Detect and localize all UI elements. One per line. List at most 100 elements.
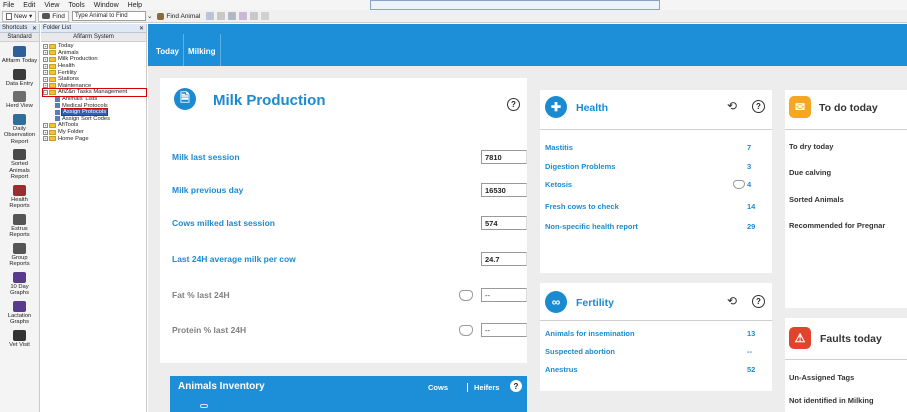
shortcut-daily-observation[interactable]: Daily Observation Report (0, 113, 39, 146)
tree-node-home-page[interactable]: + Home Page (43, 135, 146, 142)
tree-node-label: Maintenance (58, 82, 92, 89)
collapse-icon[interactable]: − (43, 89, 48, 95)
todo-row-sorted[interactable]: Sorted Animals (789, 195, 844, 204)
tab-today[interactable]: Today (152, 34, 184, 66)
todo-row-dry[interactable]: To dry today (789, 142, 833, 151)
tool-icon-6[interactable] (261, 12, 270, 20)
shortcut-sorted-animals[interactable]: Sorted Animals Report (0, 149, 39, 181)
expand-icon[interactable]: + (43, 122, 48, 128)
health-row-digestion[interactable]: Digestion Problems 3 (545, 162, 765, 171)
health-row-count: 3 (747, 162, 752, 171)
refresh-icon[interactable]: ⟲ (727, 294, 737, 308)
shortcut-estrus-reports[interactable]: Estrus Reports (0, 213, 39, 239)
protocol-icon (55, 103, 60, 109)
expand-icon[interactable]: + (43, 63, 48, 69)
fertility-row-abortion[interactable]: Suspected abortion -- (545, 347, 765, 356)
fertility-row-insemination[interactable]: Animals for insemination 13 (545, 329, 765, 338)
folder-list-panel: Folder List ✕ Afifarm System + Today + Ani… (41, 24, 147, 412)
tab-cows[interactable]: Cows (428, 383, 448, 392)
tool-icon-4[interactable] (239, 12, 248, 20)
new-button[interactable]: New ▾ (2, 10, 37, 22)
help-icon[interactable]: ? (510, 380, 522, 392)
expand-icon[interactable]: + (43, 136, 48, 142)
cow-icon (459, 324, 473, 336)
help-icon[interactable]: ? (752, 100, 765, 113)
milk-row-value: 16530 (481, 183, 527, 197)
milk-row-value: -- (481, 288, 527, 302)
health-row-mastitis[interactable]: Mastitis 7 (545, 143, 765, 152)
shortcut-label: Herd View (6, 103, 33, 109)
tool-icon-2[interactable] (217, 12, 226, 20)
close-icon[interactable]: ✕ (32, 25, 37, 32)
tree-node-maintenance[interactable]: + Maintenance (43, 83, 146, 90)
tree-node-tasks-management[interactable]: − AfiZ&n Tasks Management (42, 88, 147, 97)
faults-row-not-identified[interactable]: Not identified in Milking (789, 396, 874, 405)
shortcut-health-reports[interactable]: Health Reports (0, 184, 39, 210)
menu-view[interactable]: View (44, 2, 59, 9)
faults-row-unassigned[interactable]: Un-Assigned Tags (789, 373, 854, 382)
dropdown-chevron-icon[interactable]: ⌄ (147, 12, 152, 20)
close-icon[interactable]: ✕ (139, 25, 144, 32)
tree-node-fertility[interactable]: + Fertility (43, 69, 146, 76)
todo-row-pregnancy[interactable]: Recommended for Pregnar (789, 221, 885, 230)
menu-help[interactable]: Help (128, 2, 142, 9)
refresh-icon[interactable]: ⟲ (727, 99, 737, 113)
milk-row-protein: Protein % last 24H -- (172, 323, 527, 337)
tree-node-afitools[interactable]: + AfiTools (43, 122, 146, 129)
health-row-label: Non-specific health report (545, 222, 638, 231)
shortcut-lactation-graphs[interactable]: Lactation Graphs (0, 300, 39, 326)
tool-icon-3[interactable] (228, 12, 237, 20)
expand-icon[interactable]: + (43, 43, 48, 49)
expand-icon[interactable]: + (43, 56, 48, 62)
expand-icon[interactable]: + (43, 129, 48, 135)
shortcut-group-reports[interactable]: Group Reports (0, 242, 39, 268)
tree-node-label: My Folder (58, 129, 84, 136)
shortcut-label: Data Entry (5, 80, 34, 87)
tree-node-stations[interactable]: + Stations (43, 76, 146, 83)
shortcut-10-day-graphs[interactable]: 10 Day Graphs (0, 271, 39, 297)
find-animal-button[interactable]: Find Animal (154, 11, 203, 22)
animal-search-input[interactable]: Type Animal to Find (71, 11, 146, 21)
tab-milking[interactable]: Milking (184, 34, 221, 66)
tree-node-milk-production[interactable]: + Milk Production (43, 56, 146, 63)
sort-code-icon (55, 116, 60, 122)
health-row-fresh-cows[interactable]: Fresh cows to check 14 (545, 202, 765, 211)
fertility-row-label: Anestrus (545, 365, 578, 374)
tree-node-medical-protocols[interactable]: Medical Protocols (43, 102, 146, 109)
menu-edit[interactable]: Edit (23, 2, 35, 9)
fertility-row-anestrus[interactable]: Anestrus 52 (545, 365, 765, 374)
shortcut-vet-visit[interactable]: Vet Visit (0, 329, 39, 349)
tool-icon-5[interactable] (250, 12, 259, 20)
shortcut-afifarm-today[interactable]: Afifarm Today (0, 46, 39, 65)
list-icon (55, 96, 60, 102)
expand-icon[interactable]: + (43, 83, 48, 89)
divider (785, 359, 907, 360)
tree-node-today[interactable]: + Today (43, 43, 146, 50)
shortcut-data-entry[interactable]: Data Entry (0, 68, 39, 88)
help-icon[interactable]: ? (507, 98, 520, 111)
find-button[interactable]: Find (38, 10, 69, 22)
expand-icon[interactable]: + (43, 76, 48, 82)
shortcut-herd-view[interactable]: Herd View (0, 91, 39, 110)
tab-heifers[interactable]: Heifers (467, 383, 499, 392)
find-animal-label: Find Animal (166, 12, 201, 20)
tree-node-assign-sort-codes[interactable]: Assign Sort Codes (43, 116, 146, 123)
help-icon[interactable]: ? (752, 295, 765, 308)
health-row-non-specific[interactable]: Non-specific health report 29 (545, 222, 765, 231)
health-row-ketosis[interactable]: Ketosis 4 (545, 180, 765, 189)
todo-row-calving[interactable]: Due calving (789, 168, 831, 177)
tool-icon-1[interactable] (206, 12, 215, 20)
tree-node-health[interactable]: + Health (43, 63, 146, 70)
tree-node-assign-protocols[interactable]: Assign Protocols (43, 108, 146, 117)
menu-file[interactable]: File (3, 2, 14, 9)
tree-node-label: Animals (58, 49, 79, 56)
tree-node-animals[interactable]: + Animals (43, 50, 146, 57)
expand-icon[interactable]: + (43, 70, 48, 76)
tree-node-my-folder[interactable]: + My Folder (43, 129, 146, 136)
menu-tools[interactable]: Tools (68, 2, 84, 9)
shortcuts-subheader: Standard (0, 33, 39, 42)
milk-row-value: 24.7 (481, 252, 527, 266)
expand-icon[interactable]: + (43, 50, 48, 56)
tree-node-animals-lists[interactable]: Animals' Lists (43, 96, 146, 103)
menu-window[interactable]: Window (94, 2, 119, 9)
